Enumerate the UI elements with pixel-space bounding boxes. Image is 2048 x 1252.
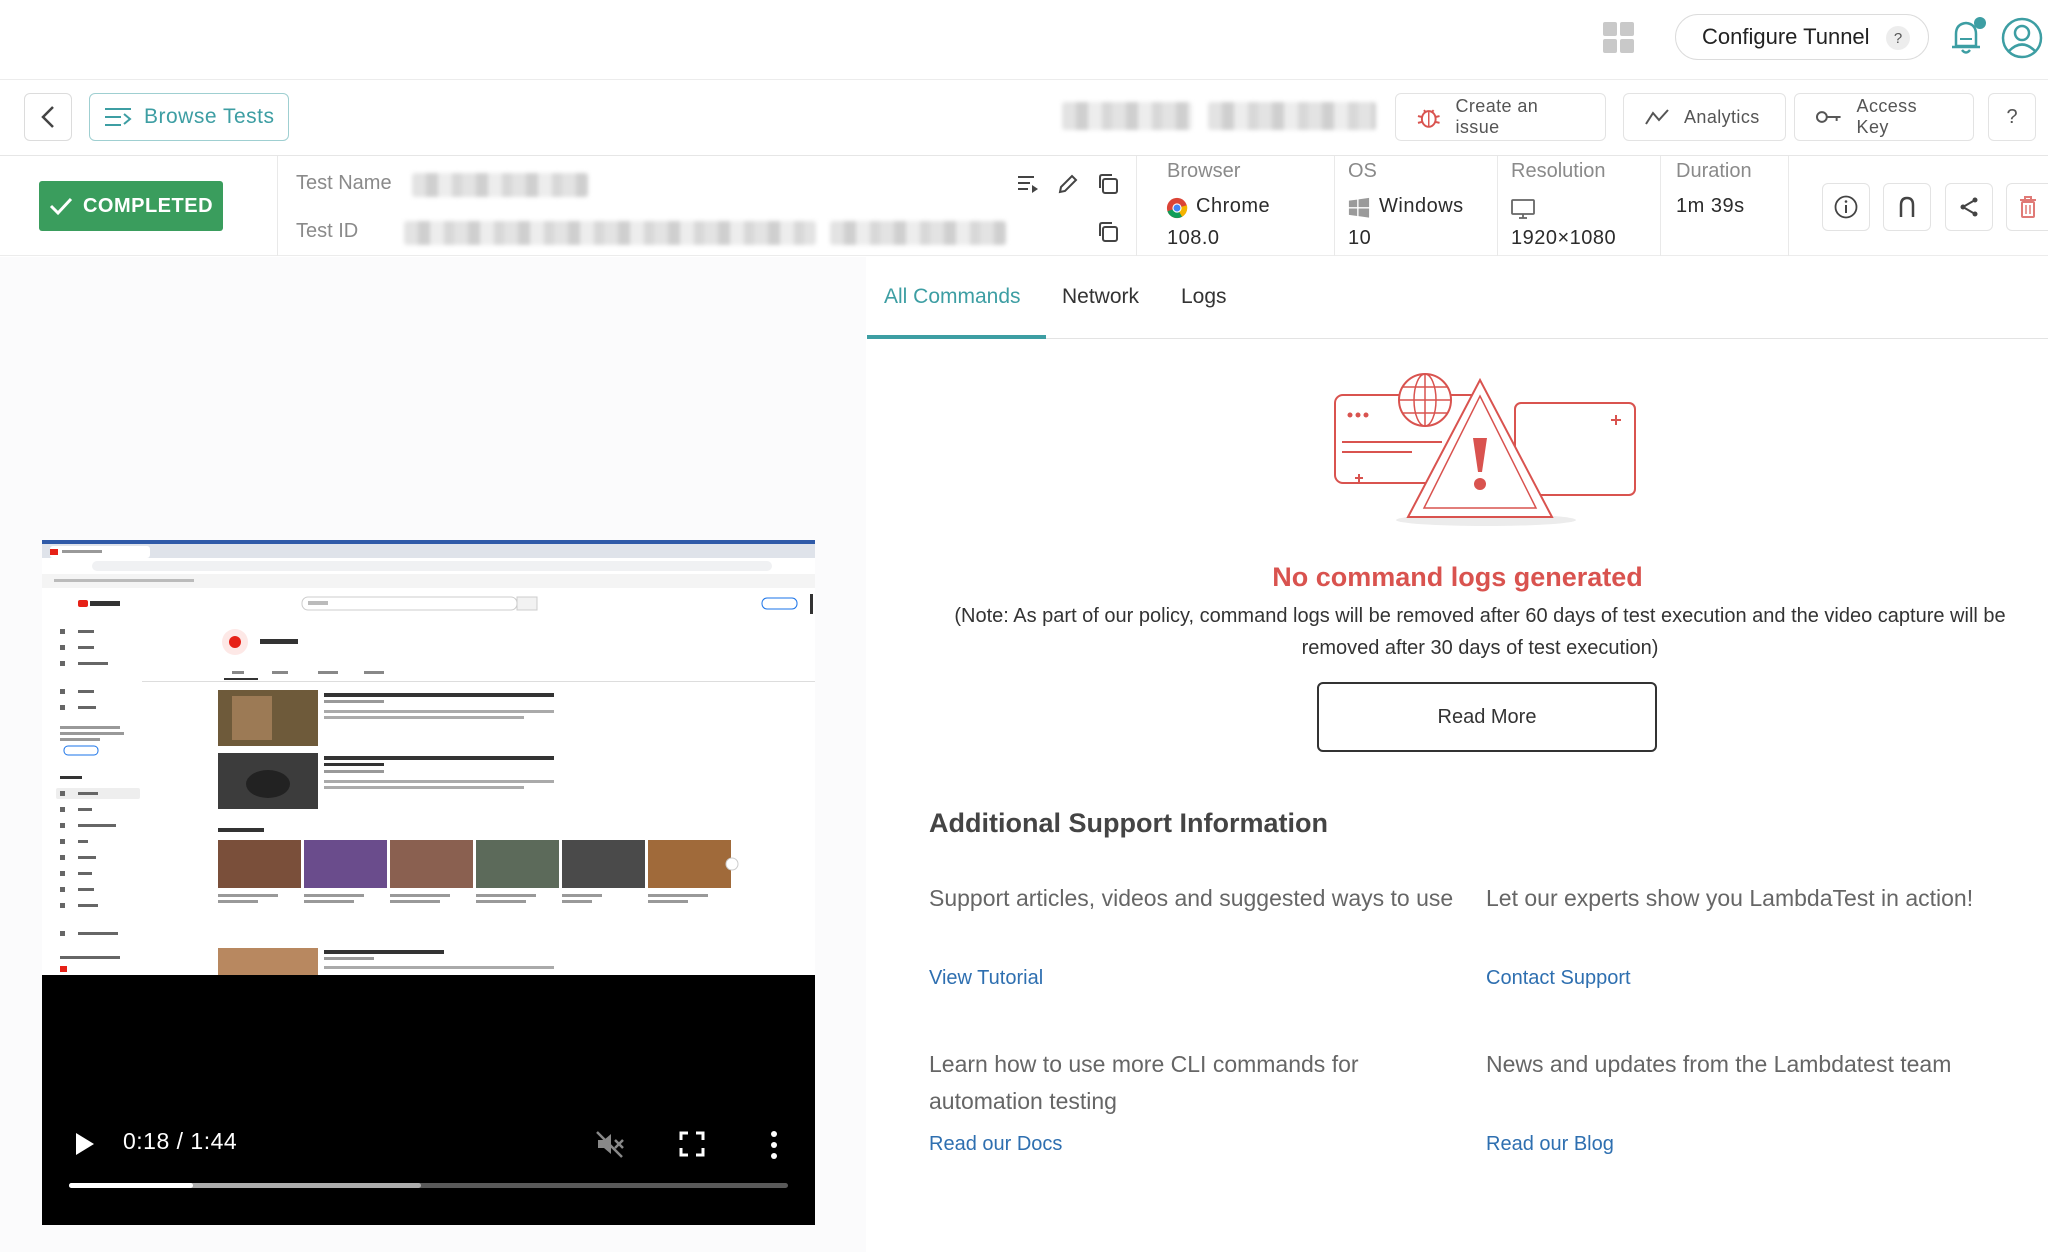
video-time: 0:18 / 1:44 — [123, 1128, 238, 1154]
test-id-redacted — [404, 221, 816, 245]
os-version: 10 — [1348, 227, 1372, 249]
support-desc-news: News and updates from the Lambdatest tea… — [1486, 1051, 1952, 1077]
magnet-icon — [1899, 196, 1915, 217]
create-issue-label: Create an issue — [1455, 96, 1539, 137]
duration-label: Duration — [1676, 160, 1752, 182]
list-icon — [105, 108, 132, 126]
share-icon — [1960, 197, 1978, 217]
build-id-redacted — [1208, 102, 1376, 130]
resolution-value: 1920×1080 — [1511, 227, 1617, 249]
configure-tunnel-label: Configure Tunnel — [1702, 24, 1870, 49]
info-button[interactable] — [1822, 183, 1870, 231]
magnet-button[interactable] — [1883, 183, 1931, 231]
test-info-bar: COMPLETED Test Name Test ID Browser Chro… — [0, 156, 2048, 256]
bug-icon — [1417, 109, 1440, 128]
user-avatar-icon[interactable] — [2000, 16, 2044, 60]
contact-support-link[interactable]: Contact Support — [1486, 967, 1631, 990]
configure-tunnel-button[interactable]: Configure Tunnel ? — [1675, 14, 1929, 60]
tab-all-commands[interactable]: All Commands — [884, 285, 1021, 309]
support-desc-cli: Learn how to use more CLI commands for a… — [929, 1051, 1359, 1114]
copy-id-icon[interactable] — [1096, 220, 1120, 244]
browse-tests-label: Browse Tests — [144, 105, 275, 128]
view-tutorial-link[interactable]: View Tutorial — [929, 967, 1043, 990]
more-options-icon[interactable] — [766, 1130, 782, 1160]
os-label: OS — [1348, 160, 1377, 182]
recorded-browser-screenshot — [42, 544, 815, 975]
help-icon[interactable]: ? — [1886, 26, 1910, 50]
os-name: Windows — [1379, 195, 1464, 217]
back-button[interactable] — [24, 93, 72, 141]
analytics-label: Analytics — [1684, 106, 1760, 127]
warning-illustration — [1334, 373, 1636, 526]
share-button[interactable] — [1945, 183, 1993, 231]
browser-version: 108.0 — [1167, 227, 1220, 249]
build-name-redacted — [1062, 102, 1192, 130]
empty-state-title: No command logs generated — [1272, 562, 1643, 592]
active-tab-indicator — [867, 335, 1046, 339]
read-blog-link[interactable]: Read our Blog — [1486, 1133, 1614, 1156]
retention-note: (Note: As part of our policy, command lo… — [954, 605, 2006, 659]
analytics-chart-icon — [1645, 109, 1669, 125]
access-key-label: Access Key — [1856, 96, 1917, 137]
support-desc-experts: Let our experts show you LambdaTest in a… — [1486, 885, 1974, 911]
tab-logs[interactable]: Logs — [1181, 285, 1227, 309]
trash-icon — [2019, 196, 2036, 218]
create-issue-button[interactable]: Create an issue — [1395, 93, 1606, 141]
test-name-label: Test Name — [296, 172, 392, 194]
test-name-redacted — [412, 173, 588, 197]
played-bar — [69, 1183, 194, 1188]
read-more-button[interactable]: Read More — [1317, 682, 1657, 752]
access-key-button[interactable]: Access Key — [1794, 93, 1974, 141]
read-docs-link[interactable]: Read our Docs — [929, 1133, 1062, 1156]
support-section-title: Additional Support Information — [929, 808, 1328, 838]
chevron-left-icon — [41, 106, 54, 128]
mute-icon[interactable] — [594, 1128, 626, 1160]
video-frame-youtube-screenshot — [42, 540, 815, 975]
tab-network[interactable]: Network — [1062, 285, 1139, 309]
status-badge: COMPLETED — [39, 181, 223, 231]
info-icon — [1834, 195, 1858, 219]
play-icon[interactable] — [72, 1130, 96, 1158]
test-id-redacted-2 — [830, 221, 1006, 245]
chrome-icon — [1166, 197, 1188, 219]
playlist-icon[interactable] — [1016, 172, 1040, 196]
check-icon — [49, 197, 73, 216]
delete-button[interactable] — [2006, 183, 2048, 231]
browser-name: Chrome — [1196, 195, 1271, 217]
monitor-icon — [1511, 199, 1535, 219]
duration-value: 1m 39s — [1676, 195, 1745, 217]
edit-pencil-icon[interactable] — [1056, 172, 1080, 196]
video-progress-bar[interactable] — [69, 1183, 788, 1188]
notification-bell-icon[interactable] — [1948, 16, 1988, 58]
command-tabs: All Commands Network Logs — [867, 257, 2048, 339]
copy-name-icon[interactable] — [1096, 172, 1120, 196]
browse-tests-button[interactable]: Browse Tests — [89, 93, 289, 141]
status-label: COMPLETED — [82, 194, 214, 217]
key-icon — [1815, 111, 1841, 123]
fullscreen-icon[interactable] — [679, 1131, 705, 1157]
help-button[interactable]: ? — [1988, 93, 2036, 141]
test-id-label: Test ID — [296, 220, 359, 242]
top-bar: Configure Tunnel ? — [0, 0, 2048, 80]
browser-label: Browser — [1167, 160, 1241, 182]
analytics-button[interactable]: Analytics — [1623, 93, 1786, 141]
resolution-label: Resolution — [1511, 160, 1606, 182]
apps-grid-icon[interactable] — [1603, 22, 1635, 54]
windows-icon — [1348, 197, 1370, 218]
support-desc-tutorial: Support articles, videos and suggested w… — [929, 885, 1454, 911]
test-toolbar: Browse Tests Create an issue Analytics A… — [0, 80, 2048, 156]
